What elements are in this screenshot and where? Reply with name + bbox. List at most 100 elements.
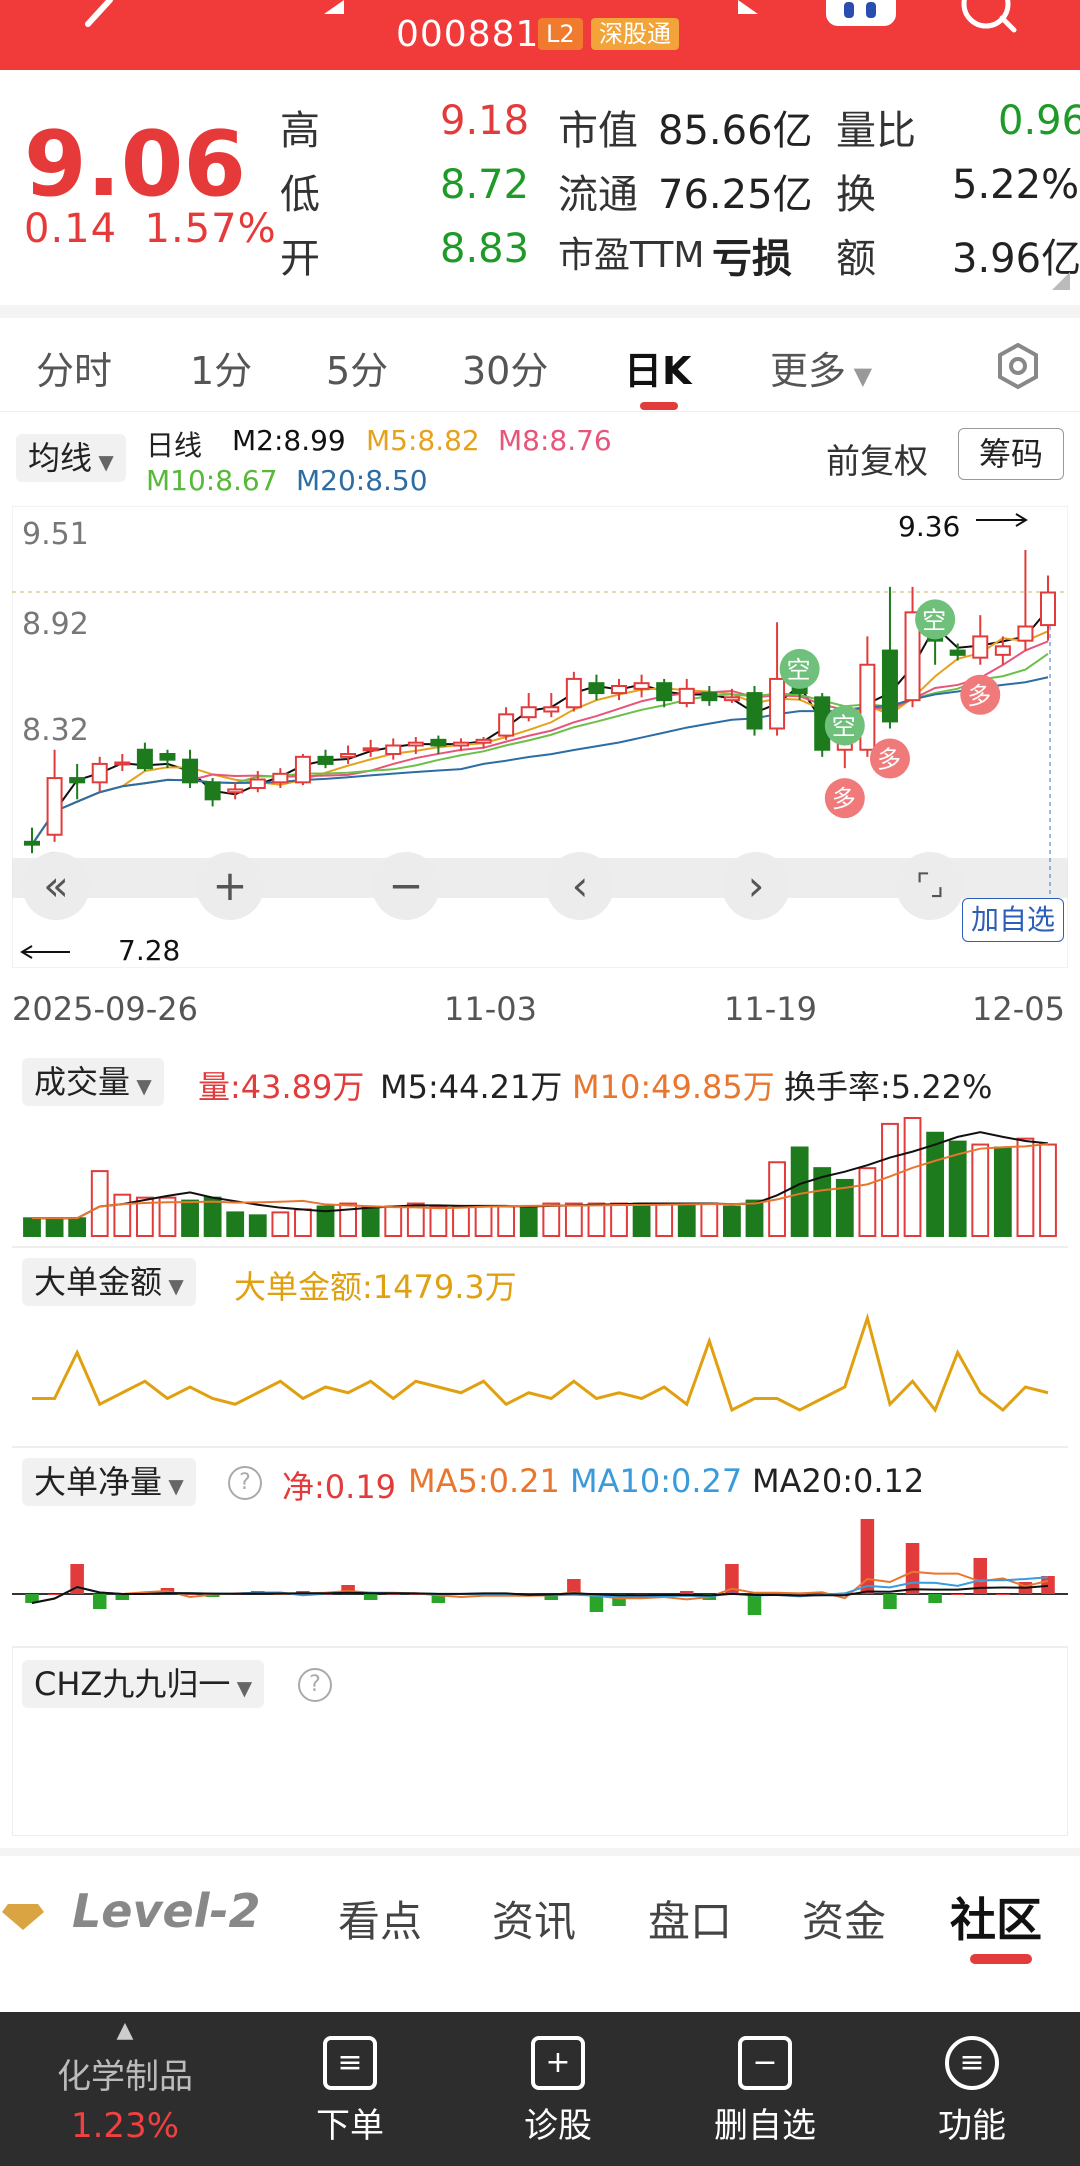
tab-highlights[interactable]: 看点 <box>338 1888 422 1949</box>
bignet-bar <box>883 1594 897 1609</box>
chips-button[interactable]: 筹码 <box>958 428 1064 480</box>
volume-bar <box>587 1202 606 1238</box>
price-change: 0.14 1.57% <box>24 206 277 252</box>
bignet-bar <box>92 1594 107 1609</box>
bignet-bar <box>747 1594 762 1615</box>
volume-bar <box>203 1196 222 1237</box>
app-root: 000881 L2 深股通 9.06 0.14 1.57% 高 9.18 低 8… <box>0 0 1080 2166</box>
tab-orderbook[interactable]: 盘口 <box>648 1888 732 1949</box>
expand-corner-icon[interactable] <box>1052 272 1070 290</box>
duo-marker-text: 多 <box>877 746 901 774</box>
turnover-rate-text: 换手率:5.22% <box>784 1068 993 1106</box>
tab-news[interactable]: 资讯 <box>492 1888 576 1949</box>
bignet-bar <box>928 1594 942 1603</box>
candle-body <box>656 682 673 702</box>
fullscreen-icon[interactable]: ⌜⌟ <box>896 852 964 920</box>
function-icon: ≡ <box>945 2036 999 2090</box>
tab-level2[interactable]: Level-2 <box>72 1884 261 1938</box>
volume-chart[interactable] <box>12 1108 1068 1238</box>
next-stock-icon[interactable] <box>736 0 766 24</box>
pe-value: 亏损 <box>712 236 792 282</box>
add-watch-button[interactable]: 加自选 <box>962 898 1064 942</box>
candle-body <box>114 761 131 766</box>
zoom-out-icon[interactable]: − <box>372 852 440 920</box>
bignet-bar <box>1041 1576 1055 1594</box>
volume-bar <box>90 1170 109 1237</box>
volume-bar <box>993 1146 1012 1237</box>
volume-bar <box>271 1211 290 1238</box>
diagnose-button[interactable]: + 诊股 <box>498 2012 618 2166</box>
settings-hex-icon[interactable] <box>994 342 1042 390</box>
tab-more-label: 更多 <box>770 349 847 393</box>
tab-more[interactable]: 更多 ▼ <box>770 340 872 395</box>
volume-bar <box>903 1117 922 1237</box>
sector-info[interactable]: ▲ 化学制品 1.23% <box>30 2012 220 2166</box>
bignet-chart[interactable] <box>12 1496 1068 1636</box>
volume-bar <box>68 1217 87 1238</box>
volume-bar <box>497 1205 516 1237</box>
candle-body <box>204 781 221 801</box>
ai-assistant-icon[interactable] <box>826 0 896 26</box>
ma20-legend: M20:8.50 <box>296 464 428 497</box>
candle-body <box>407 741 424 747</box>
function-button[interactable]: ≡ 功能 <box>912 2012 1032 2166</box>
connect-badge: 深股通 <box>591 18 679 50</box>
candle-body <box>994 645 1011 656</box>
volume-select[interactable]: 成交量 ▼ <box>22 1058 164 1106</box>
tab-5min[interactable]: 5分 <box>326 340 388 395</box>
tab-intraday[interactable]: 分时 <box>36 340 112 395</box>
candle-body <box>430 738 447 747</box>
tab-1min[interactable]: 1分 <box>190 340 252 395</box>
indicator-select-label: 均线 <box>28 439 93 477</box>
float-value: 76.25亿 <box>658 172 813 218</box>
chevron-down-icon: ▼ <box>92 450 114 474</box>
candle-body <box>385 744 402 755</box>
order-button[interactable]: ≡ 下单 <box>290 2012 410 2166</box>
help-icon[interactable]: ? <box>228 1466 262 1500</box>
volume-bar <box>542 1202 561 1238</box>
prev-stock-icon[interactable] <box>316 0 346 24</box>
bignet-bar <box>363 1594 378 1600</box>
volume-bar <box>700 1202 719 1238</box>
back-icon[interactable] <box>70 0 120 40</box>
low-marker: 7.28 <box>118 934 180 967</box>
candle-body <box>633 682 650 690</box>
remove-watch-label: 删自选 <box>714 2106 816 2146</box>
period-label: 日线 <box>146 429 203 462</box>
search-icon[interactable] <box>960 0 1020 40</box>
volume-bar <box>452 1205 470 1237</box>
sector-pct: 1.23% <box>70 2106 179 2146</box>
zoom-in-icon[interactable]: + <box>196 852 264 920</box>
x-label-1119: 11-19 <box>724 990 817 1028</box>
candle-body <box>182 758 199 784</box>
adjust-mode[interactable]: 前复权 <box>826 434 928 483</box>
tab-30min[interactable]: 30分 <box>462 340 548 395</box>
bigorder-select-label: 大单金额 <box>34 1263 163 1301</box>
step-left-icon[interactable]: ‹ <box>546 852 614 920</box>
tab-capital[interactable]: 资金 <box>802 1888 886 1949</box>
step-right-icon[interactable]: › <box>722 852 790 920</box>
bignet-ma5: MA5:0.21 <box>408 1462 560 1500</box>
kong-marker-text: 空 <box>922 606 946 634</box>
scroll-left-fast-icon[interactable]: « <box>22 852 90 920</box>
candle-body <box>859 663 876 751</box>
bigorder-line <box>32 1312 1049 1413</box>
bigorder-chart[interactable] <box>12 1308 1068 1438</box>
tab-daily-k[interactable]: 日K <box>624 340 691 395</box>
candle-body <box>69 777 86 784</box>
candle-body <box>565 677 582 709</box>
candle-body <box>159 753 176 761</box>
candle-body <box>611 685 628 695</box>
chz-chart[interactable] <box>12 1646 1068 1836</box>
remove-watch-button[interactable]: − 删自选 <box>700 2012 830 2166</box>
indicator-select[interactable]: 均线 ▼ <box>16 434 126 482</box>
volume-bar <box>1016 1137 1035 1237</box>
bigorder-select[interactable]: 大单金额 ▼ <box>22 1258 196 1306</box>
candle-body <box>317 755 334 765</box>
ma10-legend: M10:8.67 <box>146 464 278 497</box>
turnover-value: 5.22% <box>952 162 1080 208</box>
order-icon: ≡ <box>323 2036 377 2090</box>
y-label-low: 8.32 <box>22 713 89 748</box>
tab-community[interactable]: 社区 <box>950 1884 1042 1950</box>
volume-bar <box>181 1199 199 1237</box>
